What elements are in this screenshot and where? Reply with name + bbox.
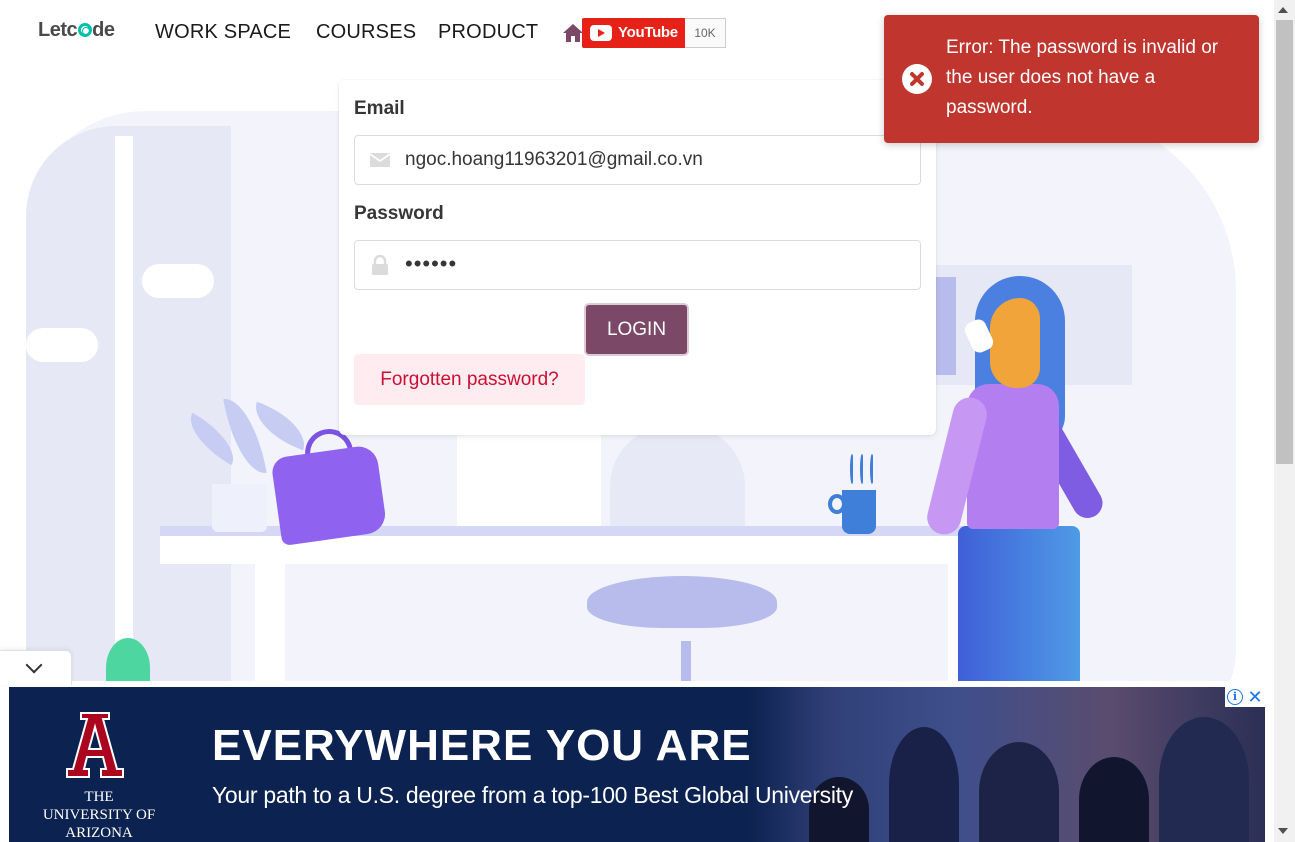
illustration-cloud — [142, 264, 214, 298]
illustration-desk-leg — [255, 564, 285, 681]
email-field[interactable]: ngoc.hoang11963201@gmail.co.vn — [354, 135, 921, 185]
logo-ring-icon — [77, 23, 92, 37]
youtube-play-icon — [590, 25, 612, 41]
email-value: ngoc.hoang11963201@gmail.co.vn — [405, 149, 703, 170]
logo-text-c: c — [66, 19, 78, 41]
illustration-plant-pot — [212, 484, 267, 532]
error-toast-message: Error: The password is invalid or the us… — [946, 37, 1219, 118]
password-value: •••••• — [405, 251, 458, 276]
ad-close-icon[interactable]: ✕ — [1245, 687, 1265, 707]
illustration-mug — [842, 490, 876, 534]
illustration-woman-face — [990, 298, 1040, 388]
password-label: Password — [354, 203, 444, 224]
illustration-steam — [850, 454, 854, 484]
nav-work-space[interactable]: WORK SPACE — [155, 21, 291, 44]
nav-courses[interactable]: COURSES — [316, 21, 416, 44]
ad-collapse-toggle[interactable] — [0, 650, 72, 685]
letcode-logo[interactable]: Letc de — [38, 19, 115, 42]
ad-graduation-photo — [749, 687, 1265, 842]
scroll-up-arrow-icon[interactable] — [1278, 7, 1288, 13]
illustration-bag — [270, 444, 388, 546]
youtube-subscribe-button[interactable]: YouTube — [582, 18, 685, 48]
logo-text-let: Let — [38, 19, 67, 41]
logo-text-de: de — [92, 19, 115, 41]
illustration-steam — [860, 454, 864, 484]
lock-icon — [372, 255, 388, 275]
chevron-down-icon — [25, 656, 43, 674]
error-toast[interactable]: Error: The password is invalid or the us… — [884, 15, 1259, 143]
illustration-window-frame — [115, 136, 133, 681]
ad-info-glyph: i — [1227, 689, 1243, 705]
forgotten-password-button[interactable]: Forgotten password? — [354, 354, 585, 405]
illustration-chair-post — [681, 641, 691, 681]
illustration-monitor-stand — [485, 518, 560, 532]
login-button[interactable]: LOGIN — [584, 303, 689, 356]
youtube-label: YouTube — [618, 24, 678, 41]
ad-logo-text: THE UNIVERSITY OF ARIZONA — [42, 789, 156, 841]
illustration-steam — [870, 454, 874, 484]
illustration-cloud — [26, 328, 98, 362]
home-icon[interactable] — [562, 23, 584, 43]
ad-subline: Your path to a U.S. degree from a top-10… — [212, 782, 853, 808]
error-circle-icon — [902, 64, 932, 94]
illustration-monitor — [457, 426, 601, 526]
youtube-subscriber-count[interactable]: 10K — [685, 18, 726, 48]
ad-info-icon[interactable]: i — [1225, 687, 1245, 707]
illustration-woman-legs — [958, 526, 1080, 681]
illustration-chair-seat — [587, 576, 777, 628]
university-of-arizona-logo — [66, 712, 124, 778]
scroll-down-arrow-icon[interactable] — [1278, 828, 1288, 834]
email-label: Email — [354, 98, 405, 119]
ad-headline: EVERYWHERE YOU ARE — [212, 721, 752, 770]
password-field[interactable]: •••••• — [354, 240, 921, 290]
envelope-icon — [370, 153, 390, 167]
nav-product[interactable]: PRODUCT — [438, 21, 538, 44]
advertisement-banner[interactable]: THE UNIVERSITY OF ARIZONA EVERYWHERE YOU… — [9, 687, 1265, 842]
illustration-chair-back — [610, 426, 745, 536]
scrollbar-thumb[interactable] — [1276, 20, 1293, 464]
